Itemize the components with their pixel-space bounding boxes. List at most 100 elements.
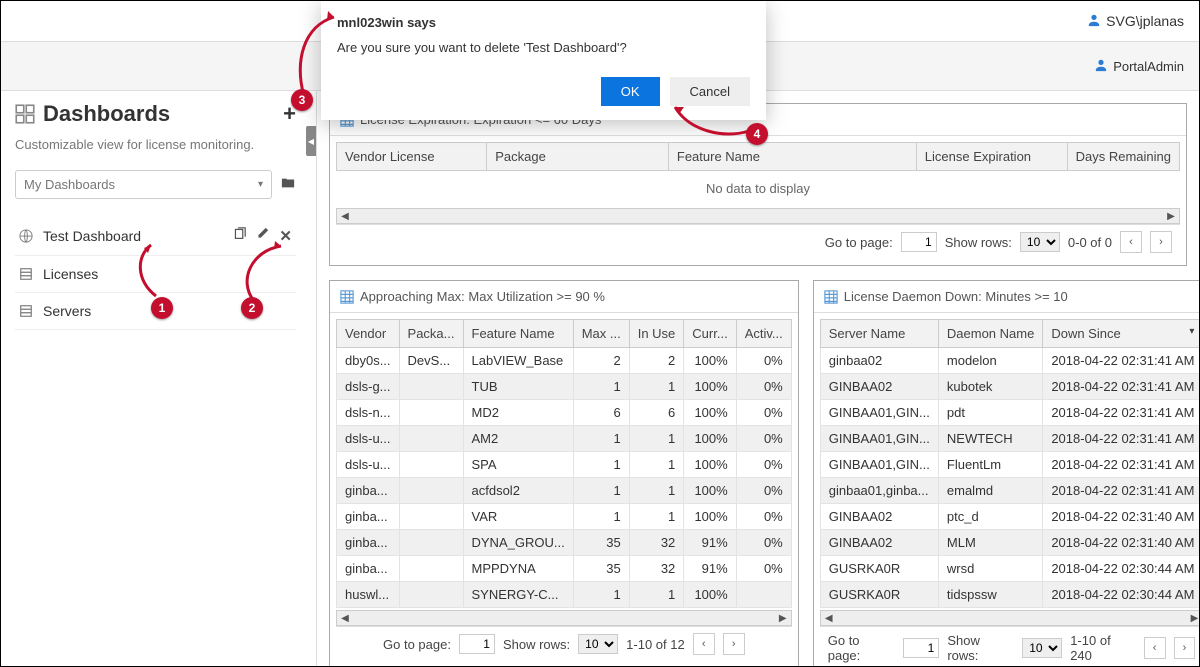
column-header[interactable]: In Use	[629, 320, 684, 348]
table-cell: 32	[629, 530, 684, 556]
table-row[interactable]: GUSRKA0Rtidspssw2018-04-22 02:30:44 AM	[820, 582, 1199, 608]
table-row[interactable]: GINBAA02kubotek2018-04-22 02:31:41 AM	[820, 374, 1199, 400]
dialog-title: mnl023win says	[337, 15, 750, 30]
pager-page-input[interactable]	[903, 638, 939, 658]
table-row[interactable]: huswl...SYNERGY-C...11100%	[337, 582, 792, 608]
column-header[interactable]: Max ...	[573, 320, 629, 348]
user-name-1: SVG\jplanas	[1106, 13, 1184, 29]
pager-next-button[interactable]: ›	[1150, 231, 1172, 253]
table-row[interactable]: dsls-u...AM211100%0%	[337, 426, 792, 452]
column-header[interactable]: Down Since ▾	[1043, 320, 1199, 348]
table-row[interactable]: GINBAA01,GIN...pdt2018-04-22 02:31:41 AM	[820, 400, 1199, 426]
pager-rows-select[interactable]: 10	[578, 634, 618, 654]
column-header[interactable]: Vendor	[337, 320, 400, 348]
table-cell	[399, 452, 463, 478]
sidebar-collapse-handle[interactable]: ◀	[306, 126, 316, 156]
table-cell: SPA	[463, 452, 573, 478]
table-row[interactable]: ginba...VAR11100%0%	[337, 504, 792, 530]
table-cell: MLM	[938, 530, 1042, 556]
table-cell: 6	[573, 400, 629, 426]
dashboard-select[interactable]: My Dashboards ▾	[15, 170, 272, 199]
column-header[interactable]: Server Name	[820, 320, 938, 348]
table-cell: 0%	[736, 530, 791, 556]
table-cell: 1	[573, 374, 629, 400]
confirm-delete-dialog: mnl023win says Are you sure you want to …	[321, 1, 766, 120]
scroll-left-icon[interactable]: ◀	[337, 611, 353, 625]
table-cell: 1	[629, 478, 684, 504]
cancel-button[interactable]: Cancel	[670, 77, 750, 106]
pager-page-input[interactable]	[459, 634, 495, 654]
scroll-right-icon[interactable]: ▶	[1163, 209, 1179, 223]
table-cell: 100%	[684, 348, 736, 374]
panel-daemon-down: License Daemon Down: Minutes >= 10 Serve…	[813, 280, 1199, 666]
table-row[interactable]: GINBAA01,GIN...FluentLm2018-04-22 02:31:…	[820, 452, 1199, 478]
table-row[interactable]: GUSRKA0Rwrsd2018-04-22 02:30:44 AM	[820, 556, 1199, 582]
sidebar-item-label: Test Dashboard	[43, 228, 141, 244]
pager-prev-button[interactable]: ‹	[1144, 637, 1166, 659]
table-cell: 2018-04-22 02:31:41 AM	[1043, 400, 1199, 426]
table-cell: 2018-04-22 02:30:44 AM	[1043, 582, 1199, 608]
pager-rows-select[interactable]: 10	[1022, 638, 1062, 658]
table-cell: 35	[573, 556, 629, 582]
scroll-right-icon[interactable]: ▶	[775, 611, 791, 625]
table-row[interactable]: ginbaa02modelon2018-04-22 02:31:41 AM	[820, 348, 1199, 374]
table-row[interactable]: ginba...DYNA_GROU...353291%0%	[337, 530, 792, 556]
table-row[interactable]: ginba...MPPDYNA353291%0%	[337, 556, 792, 582]
column-header[interactable]: License Expiration	[916, 143, 1067, 171]
approaching-table: VendorPacka...Feature NameMax ...In UseC…	[336, 319, 792, 608]
grid-icon	[340, 290, 354, 304]
h-scrollbar[interactable]: ◀ ▶	[336, 610, 792, 626]
column-header[interactable]: Days Remaining	[1067, 143, 1179, 171]
column-header[interactable]: Packa...	[399, 320, 463, 348]
panel-approaching-max: Approaching Max: Max Utilization >= 90 %…	[329, 280, 799, 666]
user-icon	[1094, 58, 1108, 75]
pager-next-button[interactable]: ›	[723, 633, 745, 655]
table-row[interactable]: ginbaa01,ginba...emalmd2018-04-22 02:31:…	[820, 478, 1199, 504]
table-cell: 91%	[684, 530, 736, 556]
scroll-left-icon[interactable]: ◀	[337, 209, 353, 223]
column-header[interactable]: Feature Name	[463, 320, 573, 348]
table-row[interactable]: GINBAA02MLM2018-04-22 02:31:40 AM	[820, 530, 1199, 556]
table-cell: 2018-04-22 02:31:41 AM	[1043, 348, 1199, 374]
column-header[interactable]: Feature Name	[668, 143, 916, 171]
close-icon[interactable]: ✕	[279, 227, 292, 245]
table-row[interactable]: GINBAA01,GIN...NEWTECH2018-04-22 02:31:4…	[820, 426, 1199, 452]
pager-rows-select[interactable]: 10	[1020, 232, 1060, 252]
table-row[interactable]: dsls-g...TUB11100%0%	[337, 374, 792, 400]
table-cell: ginba...	[337, 556, 400, 582]
sidebar-item-licenses[interactable]: Licenses	[15, 256, 296, 293]
chevron-down-icon: ▾	[258, 179, 263, 190]
table-row[interactable]: dsls-n...MD266100%0%	[337, 400, 792, 426]
pager-prev-button[interactable]: ‹	[693, 633, 715, 655]
column-header[interactable]: Daemon Name	[938, 320, 1042, 348]
pager-page-input[interactable]	[901, 232, 937, 252]
h-scrollbar[interactable]: ◀ ▶	[336, 208, 1180, 224]
table-cell: ginbaa01,ginba...	[820, 478, 938, 504]
sidebar: ◀ Dashboards + Customizable view for lic…	[1, 91, 317, 666]
table-row[interactable]: dby0s...DevS...LabVIEW_Base22100%0%	[337, 348, 792, 374]
pager-next-button[interactable]: ›	[1174, 637, 1196, 659]
table-cell: VAR	[463, 504, 573, 530]
column-header[interactable]: Activ...	[736, 320, 791, 348]
column-header[interactable]: Package	[487, 143, 669, 171]
edit-icon[interactable]	[256, 227, 269, 245]
copy-icon[interactable]	[233, 227, 246, 245]
table-row[interactable]: GINBAA02ptc_d2018-04-22 02:31:40 AM	[820, 504, 1199, 530]
panel-header: License Daemon Down: Minutes >= 10	[814, 281, 1199, 313]
column-header[interactable]: Vendor License	[337, 143, 487, 171]
table-cell: 1	[573, 504, 629, 530]
sidebar-item-test-dashboard[interactable]: Test Dashboard ✕	[15, 217, 296, 256]
folder-icon[interactable]	[280, 176, 296, 193]
scroll-right-icon[interactable]: ▶	[1186, 611, 1199, 625]
pager-prev-button[interactable]: ‹	[1120, 231, 1142, 253]
table-row[interactable]: dsls-u...SPA11100%0%	[337, 452, 792, 478]
table-row[interactable]: ginba...acfdsol211100%0%	[337, 478, 792, 504]
scroll-left-icon[interactable]: ◀	[821, 611, 837, 625]
ok-button[interactable]: OK	[601, 77, 660, 106]
column-header[interactable]: Curr...	[684, 320, 736, 348]
user-badge-2[interactable]: PortalAdmin	[1094, 58, 1184, 75]
user-badge-1[interactable]: SVG\jplanas	[1087, 13, 1184, 30]
table-cell: kubotek	[938, 374, 1042, 400]
table-cell: huswl...	[337, 582, 400, 608]
h-scrollbar[interactable]: ◀ ▶	[820, 610, 1199, 626]
